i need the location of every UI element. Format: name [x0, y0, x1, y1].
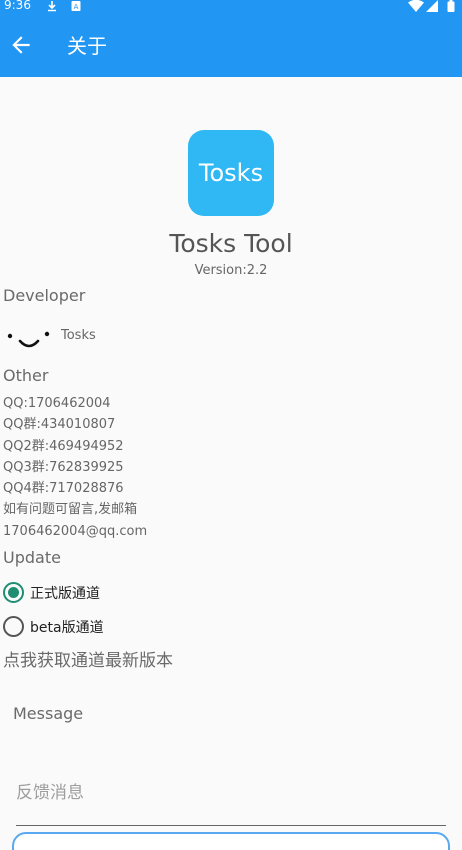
svg-text:A: A: [74, 3, 79, 11]
developer-heading: Developer: [3, 286, 86, 305]
other-heading: Other: [3, 366, 49, 385]
radio-stable-channel[interactable]: 正式版通道: [3, 582, 100, 603]
app-version: Version:2.2: [194, 263, 268, 278]
download-icon: [48, 1, 56, 12]
radio-stable-label: 正式版通道: [30, 585, 100, 602]
status-time: 9:36: [4, 0, 31, 12]
contact-list: QQ:1706462004 QQ群:434010807 QQ2群:4694949…: [3, 393, 147, 542]
battery-icon: [447, 0, 455, 12]
app-bar: 关于: [0, 14, 462, 77]
about-screen: 9:36 A 关于 Tosks Tosks Tool Version:2.2 D…: [0, 0, 462, 850]
fetch-latest-version-link[interactable]: 点我获取通道最新版本: [3, 646, 173, 671]
app-name: Tosks Tool: [169, 229, 293, 258]
arrow-left-icon[interactable]: [8, 32, 34, 58]
message-heading: Message: [13, 704, 84, 723]
update-heading: Update: [3, 548, 61, 567]
feedback-input[interactable]: [16, 760, 446, 826]
radio-beta-channel[interactable]: beta版通道: [3, 616, 104, 637]
radio-beta-label: beta版通道: [30, 619, 104, 636]
contact-qq-group-4: QQ4群:717028876: [3, 481, 124, 497]
app-logo-text: Tosks: [198, 159, 264, 187]
contact-qq-group-1: QQ群:434010807: [3, 417, 116, 433]
radio-unchecked-icon[interactable]: [3, 616, 24, 637]
signal-icon: [426, 0, 438, 12]
radio-checked-icon[interactable]: [3, 582, 24, 603]
smiley-face-icon: [7, 331, 50, 348]
submit-feedback-button[interactable]: [12, 832, 450, 850]
contact-qq-group-3: QQ3群:762839925: [3, 459, 124, 475]
contact-note: 如有问题可留言,发邮箱: [3, 502, 138, 518]
status-bar: 9:36 A: [0, 0, 462, 14]
contact-qq-group-2: QQ2群:469494952: [3, 438, 124, 454]
page-title: 关于: [67, 34, 107, 58]
contact-qq: QQ:1706462004: [3, 396, 111, 411]
contact-email: 1706462004@qq.com: [3, 523, 148, 539]
developer-name: Tosks: [61, 328, 96, 343]
notification-icon: A: [71, 1, 81, 11]
wifi-icon: [408, 0, 424, 12]
app-logo: Tosks: [188, 130, 274, 216]
